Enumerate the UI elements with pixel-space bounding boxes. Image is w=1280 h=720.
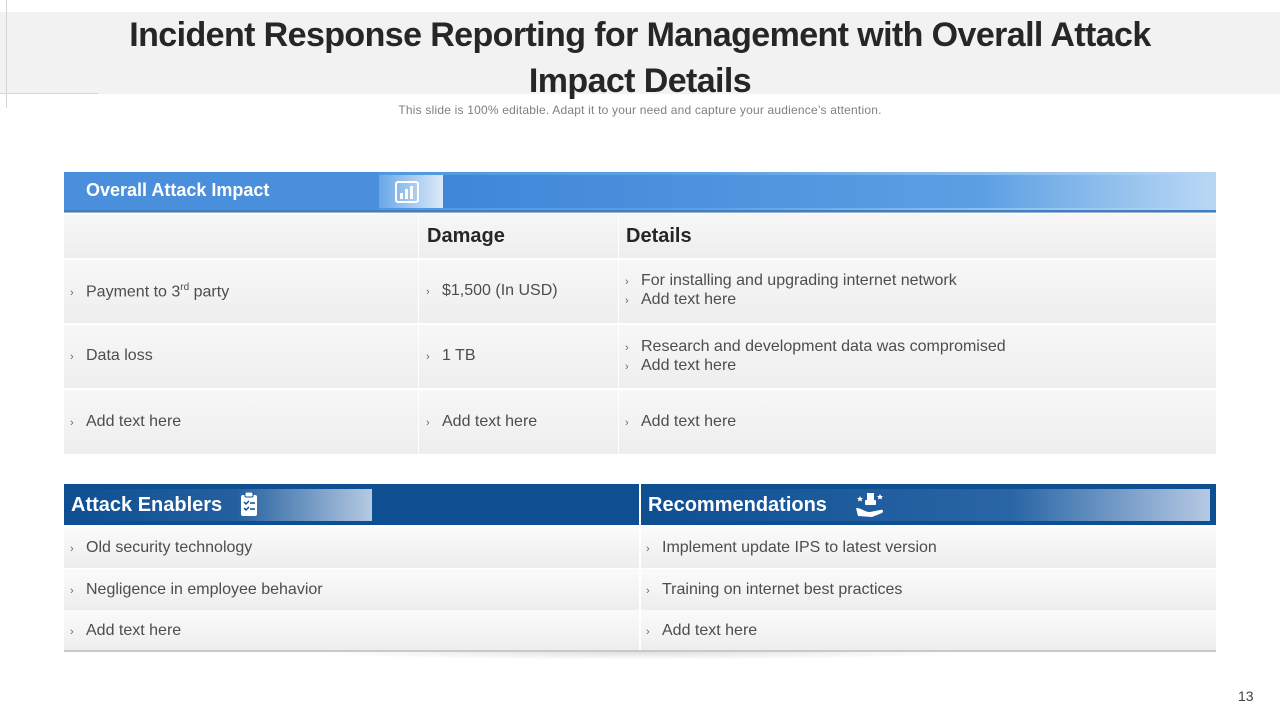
list-divider — [639, 569, 641, 610]
impact-column-header-row: Damage Details — [64, 214, 1216, 258]
bullet-chevron-icon: › — [625, 295, 629, 307]
enablers-recommendations-header: Attack Enablers Recommendations — [64, 484, 1216, 525]
impact-header-icon-box — [379, 175, 443, 208]
bar-chart-icon — [395, 181, 419, 203]
column-header-details-cell: Details — [618, 214, 1217, 258]
enabler-item: › Negligence in employee behavior — [70, 581, 323, 599]
impact-header-fade — [443, 175, 1211, 208]
list-divider — [639, 527, 641, 568]
recommendation-item: › Training on internet best practices — [646, 581, 902, 599]
impact-detail: › Research and development data was compr… — [625, 338, 1006, 356]
impact-detail-text: For installing and upgrading internet ne… — [641, 272, 957, 289]
impact-damage-text: Add text here — [442, 413, 538, 430]
impact-item-text: Add text here — [86, 413, 182, 430]
column-header-item — [64, 214, 418, 258]
impact-damage-cell: › 1 TB — [418, 325, 619, 388]
impact-detail-text: Add text here — [641, 413, 737, 430]
table-row: › Add text here › Add text here › Add text … — [64, 390, 1216, 454]
recommendation-item-text: Training on internet best practices — [662, 581, 903, 598]
impact-item-text: Data loss — [86, 347, 153, 364]
impact-damage-cell: › $1,500 (In USD) — [418, 260, 619, 323]
hand-stars-icon — [856, 493, 884, 517]
recommendation-item-text: Add text here — [662, 622, 758, 639]
column-header-damage: Damage — [427, 225, 505, 247]
recommendation-item: › Implement update IPS to latest version — [646, 539, 937, 557]
bullet-chevron-icon: › — [70, 287, 74, 300]
impact-damage-cell: › Add text here — [418, 390, 619, 454]
bullet-chevron-icon: › — [70, 417, 74, 429]
bullet-chevron-icon: › — [426, 286, 430, 298]
impact-detail-text: Add text here — [641, 357, 737, 374]
impact-header-underline — [64, 212, 1216, 213]
enabler-item-text: Add text here — [86, 622, 182, 639]
table-row: › Data loss › 1 TB › Research and developme… — [64, 325, 1216, 388]
bullet-chevron-icon: › — [625, 361, 629, 373]
list-divider — [639, 610, 641, 651]
impact-item-cell: › Add text here — [64, 390, 418, 454]
enabler-item-text: Negligence in employee behavior — [86, 581, 323, 598]
impact-item: › Payment to 3rd party — [70, 282, 229, 301]
enabler-item: › Add text here — [70, 622, 181, 640]
impact-detail: › Add text here — [625, 357, 736, 375]
impact-damage: › $1,500 (In USD) — [426, 282, 558, 300]
list-row: › Old security technology › Implement upda… — [64, 527, 1216, 568]
bullet-chevron-icon: › — [646, 543, 650, 555]
impact-detail: › For installing and upgrading internet n… — [625, 272, 957, 290]
column-header-damage-cell: Damage — [418, 214, 619, 258]
impact-header-bar: Overall Attack Impact — [64, 172, 1216, 212]
impact-detail: › Add text here — [625, 413, 736, 431]
impact-detail-text: Research and development data was compro… — [641, 338, 1006, 355]
bullet-chevron-icon: › — [70, 543, 74, 555]
clipboard-checklist-icon — [241, 492, 257, 516]
impact-detail-text: Add text here — [641, 291, 737, 308]
recommendation-item: › Add text here — [646, 622, 757, 640]
impact-item-cell: › Data loss — [64, 325, 418, 388]
corner-line-vertical — [6, 0, 7, 108]
impact-item-text: Payment to 3 — [86, 283, 181, 301]
bullet-chevron-icon: › — [70, 626, 74, 638]
bullet-chevron-icon: › — [646, 626, 650, 638]
enabler-item: › Old security technology — [70, 539, 252, 557]
bullet-chevron-icon: › — [70, 585, 74, 597]
impact-item-superscript: rd — [180, 282, 190, 293]
impact-item: › Add text here — [70, 413, 181, 431]
impact-details-cell: › Add text here — [618, 390, 1217, 454]
impact-detail: › Add text here — [625, 291, 736, 309]
list-row: › Negligence in employee behavior › Traini… — [64, 569, 1216, 610]
impact-header-label: Overall Attack Impact — [86, 180, 270, 200]
impact-header-label-box: Overall Attack Impact — [64, 172, 379, 210]
impact-item-cell: › Payment to 3rd party — [64, 260, 418, 323]
bullet-chevron-icon: › — [426, 351, 430, 363]
page-number: 13 — [1238, 688, 1254, 704]
corner-line-horizontal — [0, 93, 98, 94]
column-header-details: Details — [626, 225, 692, 247]
bullet-chevron-icon: › — [625, 342, 629, 354]
recommendations-header-label: Recommendations — [648, 494, 827, 516]
impact-damage-text: $1,500 (In USD) — [442, 282, 558, 299]
slide-subtitle: This slide is 100% editable. Adapt it to… — [398, 103, 882, 117]
impact-item-text-suffix: party — [189, 283, 230, 301]
bullet-chevron-icon: › — [625, 417, 629, 429]
impact-details-cell: › Research and development data was compr… — [618, 325, 1217, 388]
enablers-header-label: Attack Enablers — [71, 494, 223, 516]
impact-damage-text: 1 TB — [442, 347, 476, 364]
impact-damage: › Add text here — [426, 413, 537, 431]
impact-item: › Data loss — [70, 347, 153, 365]
table-shadow — [300, 652, 980, 660]
bullet-chevron-icon: › — [646, 585, 650, 597]
bullet-chevron-icon: › — [70, 351, 74, 363]
list-row: › Add text here › Add text here — [64, 610, 1216, 651]
band-divider — [639, 484, 641, 525]
bullet-chevron-icon: › — [625, 276, 629, 288]
enabler-item-text: Old security technology — [86, 539, 253, 556]
bullet-chevron-icon: › — [426, 417, 430, 429]
impact-damage: › 1 TB — [426, 347, 476, 365]
slide-title: Incident Response Reporting for Manageme… — [129, 16, 1151, 100]
recommendation-item-text: Implement update IPS to latest version — [662, 539, 937, 556]
impact-details-cell: › For installing and upgrading internet n… — [618, 260, 1217, 323]
table-row: › Payment to 3rd party › $1,500 (In USD) ›… — [64, 260, 1216, 323]
